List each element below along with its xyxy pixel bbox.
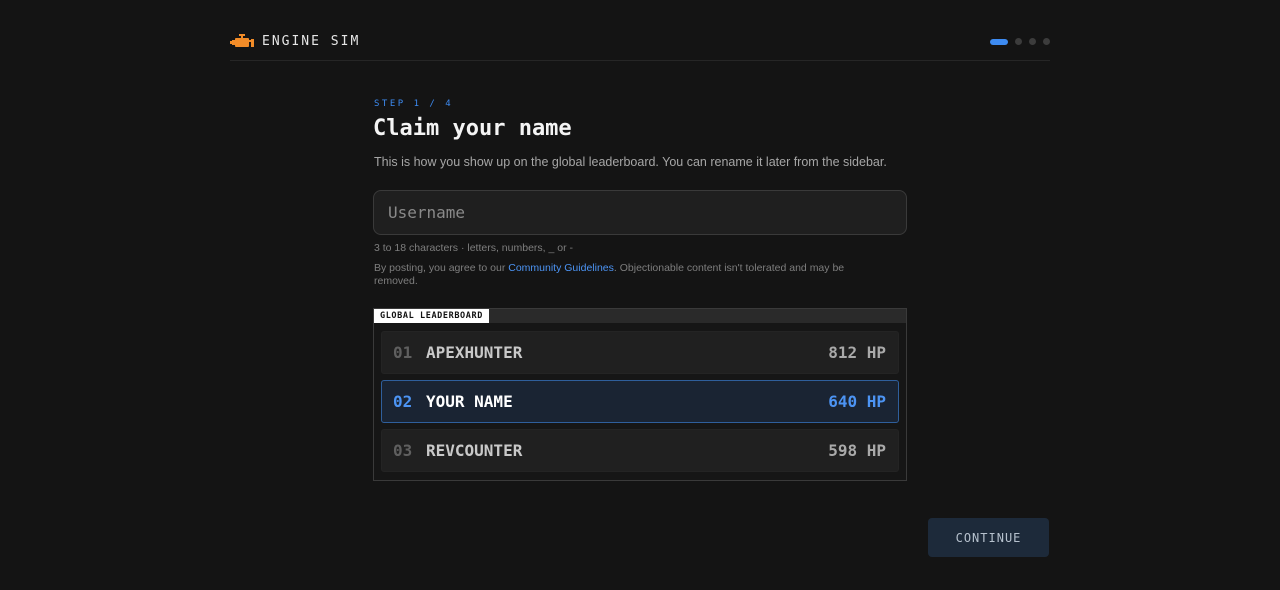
row-rank: 03 xyxy=(393,441,413,460)
continue-button[interactable]: CONTINUE xyxy=(928,518,1049,557)
leaderboard-row: 03 REVCOUNTER 598 HP xyxy=(381,429,899,472)
page-title: Claim your name xyxy=(373,116,572,141)
step-progress-dots xyxy=(990,38,1050,45)
terms-notice: By posting, you agree to our Community G… xyxy=(374,262,874,288)
community-guidelines-link[interactable]: Community Guidelines xyxy=(508,262,614,274)
username-hint: 3 to 18 characters · letters, numbers, _… xyxy=(374,242,573,254)
row-score: 598 HP xyxy=(828,441,886,460)
step-dot-1 xyxy=(990,38,1008,45)
page-subtitle: This is how you show up on the global le… xyxy=(374,155,887,169)
row-score: 640 HP xyxy=(828,392,886,411)
top-bar: ENGINE SIM xyxy=(230,24,1050,61)
leaderboard-row-current-user: 02 YOUR NAME 640 HP xyxy=(381,380,899,423)
brand: ENGINE SIM xyxy=(230,31,360,51)
row-name: APEXHUNTER xyxy=(426,343,523,362)
app-title: ENGINE SIM xyxy=(262,33,361,49)
leaderboard-header: GLOBAL LEADERBOARD xyxy=(374,309,906,323)
step-dot-4 xyxy=(1043,38,1050,45)
step-label: STEP 1 / 4 xyxy=(374,99,454,109)
leaderboard-label: GLOBAL LEADERBOARD xyxy=(374,309,489,323)
leaderboard-preview: GLOBAL LEADERBOARD 01 APEXHUNTER 812 HP … xyxy=(373,308,907,481)
row-name: REVCOUNTER xyxy=(426,441,523,460)
username-input[interactable] xyxy=(373,190,907,235)
step-dot-2 xyxy=(1015,38,1022,45)
terms-prefix: By posting, you agree to our xyxy=(374,262,509,274)
row-score: 812 HP xyxy=(828,343,886,362)
row-rank: 01 xyxy=(393,343,413,362)
row-name: YOUR NAME xyxy=(426,392,513,411)
engine-icon xyxy=(230,34,254,47)
leaderboard-row: 01 APEXHUNTER 812 HP xyxy=(381,331,899,374)
step-dot-3 xyxy=(1029,38,1036,45)
row-rank: 02 xyxy=(393,392,413,411)
